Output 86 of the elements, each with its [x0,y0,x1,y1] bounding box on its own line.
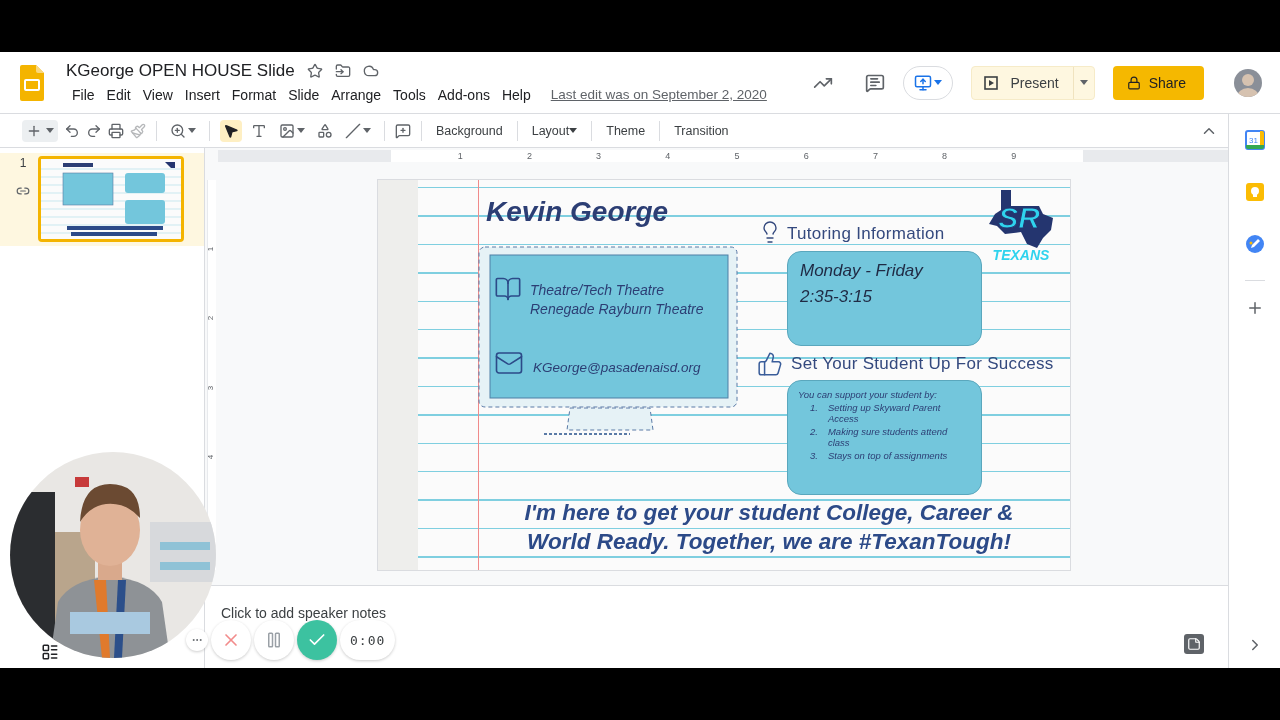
new-slide-button[interactable] [22,119,58,142]
ruler-number: 3 [205,385,215,390]
logo-word: TEXANS [992,247,1050,263]
ruler-number: 2 [205,316,215,321]
text-box-icon [251,122,267,139]
add-comment-icon[interactable] [395,122,411,139]
tool-button[interactable] [220,119,242,142]
redo-icon[interactable] [86,122,102,139]
print-icon[interactable] [108,122,124,139]
toolbar-button[interactable]: Transition [670,120,733,141]
calendar-icon[interactable]: 31 [1244,130,1265,150]
ruler-number: 3 [596,150,602,162]
menu-item[interactable]: Insert [178,84,226,105]
schedule-text: 2:35-3:15 [800,287,873,307]
share-button[interactable]: Share [1112,65,1204,100]
star-icon[interactable] [306,62,323,79]
list-item-text: Stays on top of assignments [827,450,948,461]
caret-icon [934,80,943,85]
screen-share-icon [914,73,933,92]
ruler-number: 1 [205,246,215,252]
toolbar-button[interactable]: Layout [527,120,582,141]
list-number: 1. [810,402,818,415]
caret-icon [188,128,196,133]
ruler-number: 1 [457,150,463,162]
menu-item[interactable]: Edit [100,84,137,105]
caret-icon [297,128,305,133]
comments-icon[interactable] [865,72,886,93]
thumbs-up-icon [757,351,783,377]
toolbar-button[interactable]: Background [432,120,507,141]
present-button[interactable]: Present [971,65,1095,100]
closing-text: I'm here to get your student College, Career & [524,499,1014,527]
play-icon [984,75,999,90]
folder-icon[interactable] [334,62,351,79]
book-icon [494,275,522,303]
pointer-icon [223,122,239,139]
course-text: Renegade Rayburn Theatre [530,301,704,317]
line-icon [345,122,361,139]
closing-text: World Ready. Together, we are #TexanTough! [527,528,1011,556]
shapes-icon [317,122,333,139]
list-number: 2. [810,426,818,439]
ruler-number: 6 [803,150,809,162]
section-heading: Set Your Student Up For Success [791,354,1054,373]
list-item-text: Setting up Skyward Parent Access [827,402,942,424]
toolbar-button[interactable]: Theme [602,120,650,141]
image-icon [279,122,295,139]
layout-icon[interactable] [41,643,59,661]
list-item-text: Making sure students attend class [827,426,949,448]
lock-icon [1126,75,1141,90]
menu-item[interactable]: View [136,84,179,105]
avatar[interactable] [1234,68,1262,97]
logo-letters: SR [998,201,1040,234]
pencil-icon[interactable] [1244,234,1265,254]
link-icon [16,184,30,198]
caret-icon [1079,80,1088,85]
speaker-notes-field[interactable]: Click to add speaker notes [221,605,386,621]
course-text: Theatre/Tech Theatre [530,282,666,298]
menu-item[interactable]: File [66,84,101,105]
ruler-number: 4 [665,150,671,162]
support-intro: You can support your student by: [798,389,938,400]
menu-item[interactable]: Slide [282,84,326,105]
ruler-number: 4 [205,454,215,459]
schedule-text: Monday - Friday [800,261,925,281]
menu-item[interactable]: Format [225,84,283,105]
notes-icon[interactable] [1184,634,1204,654]
menu-item[interactable]: Help [495,84,537,105]
slide-number: 1 [19,156,27,170]
caret-icon [363,128,371,133]
undo-icon[interactable] [64,122,80,139]
pause-icon [265,631,283,649]
zoom-icon [170,122,186,139]
last-edit-link[interactable]: Last edit was on September 2, 2020 [550,87,767,102]
ruler-number: 2 [526,150,532,162]
caret-icon [46,128,54,133]
menu-item[interactable]: Arrange [325,84,388,105]
ruler-number: 7 [872,150,878,162]
ruler-number: 8 [942,150,948,162]
ruler-number: 9 [1011,150,1017,162]
document-title[interactable]: KGeorge OPEN HOUSE Slide [66,60,295,81]
section-heading: Tutoring Information [787,224,945,243]
email-text: KGeorge@pasadenaisd.org [533,360,701,375]
menu-item[interactable]: Tools [387,84,432,105]
slide[interactable] [378,180,1070,570]
list-number: 3. [810,450,818,461]
menu-item[interactable]: Add-ons [431,84,496,105]
ruler-number: 5 [734,150,740,162]
caret-icon [569,128,578,133]
